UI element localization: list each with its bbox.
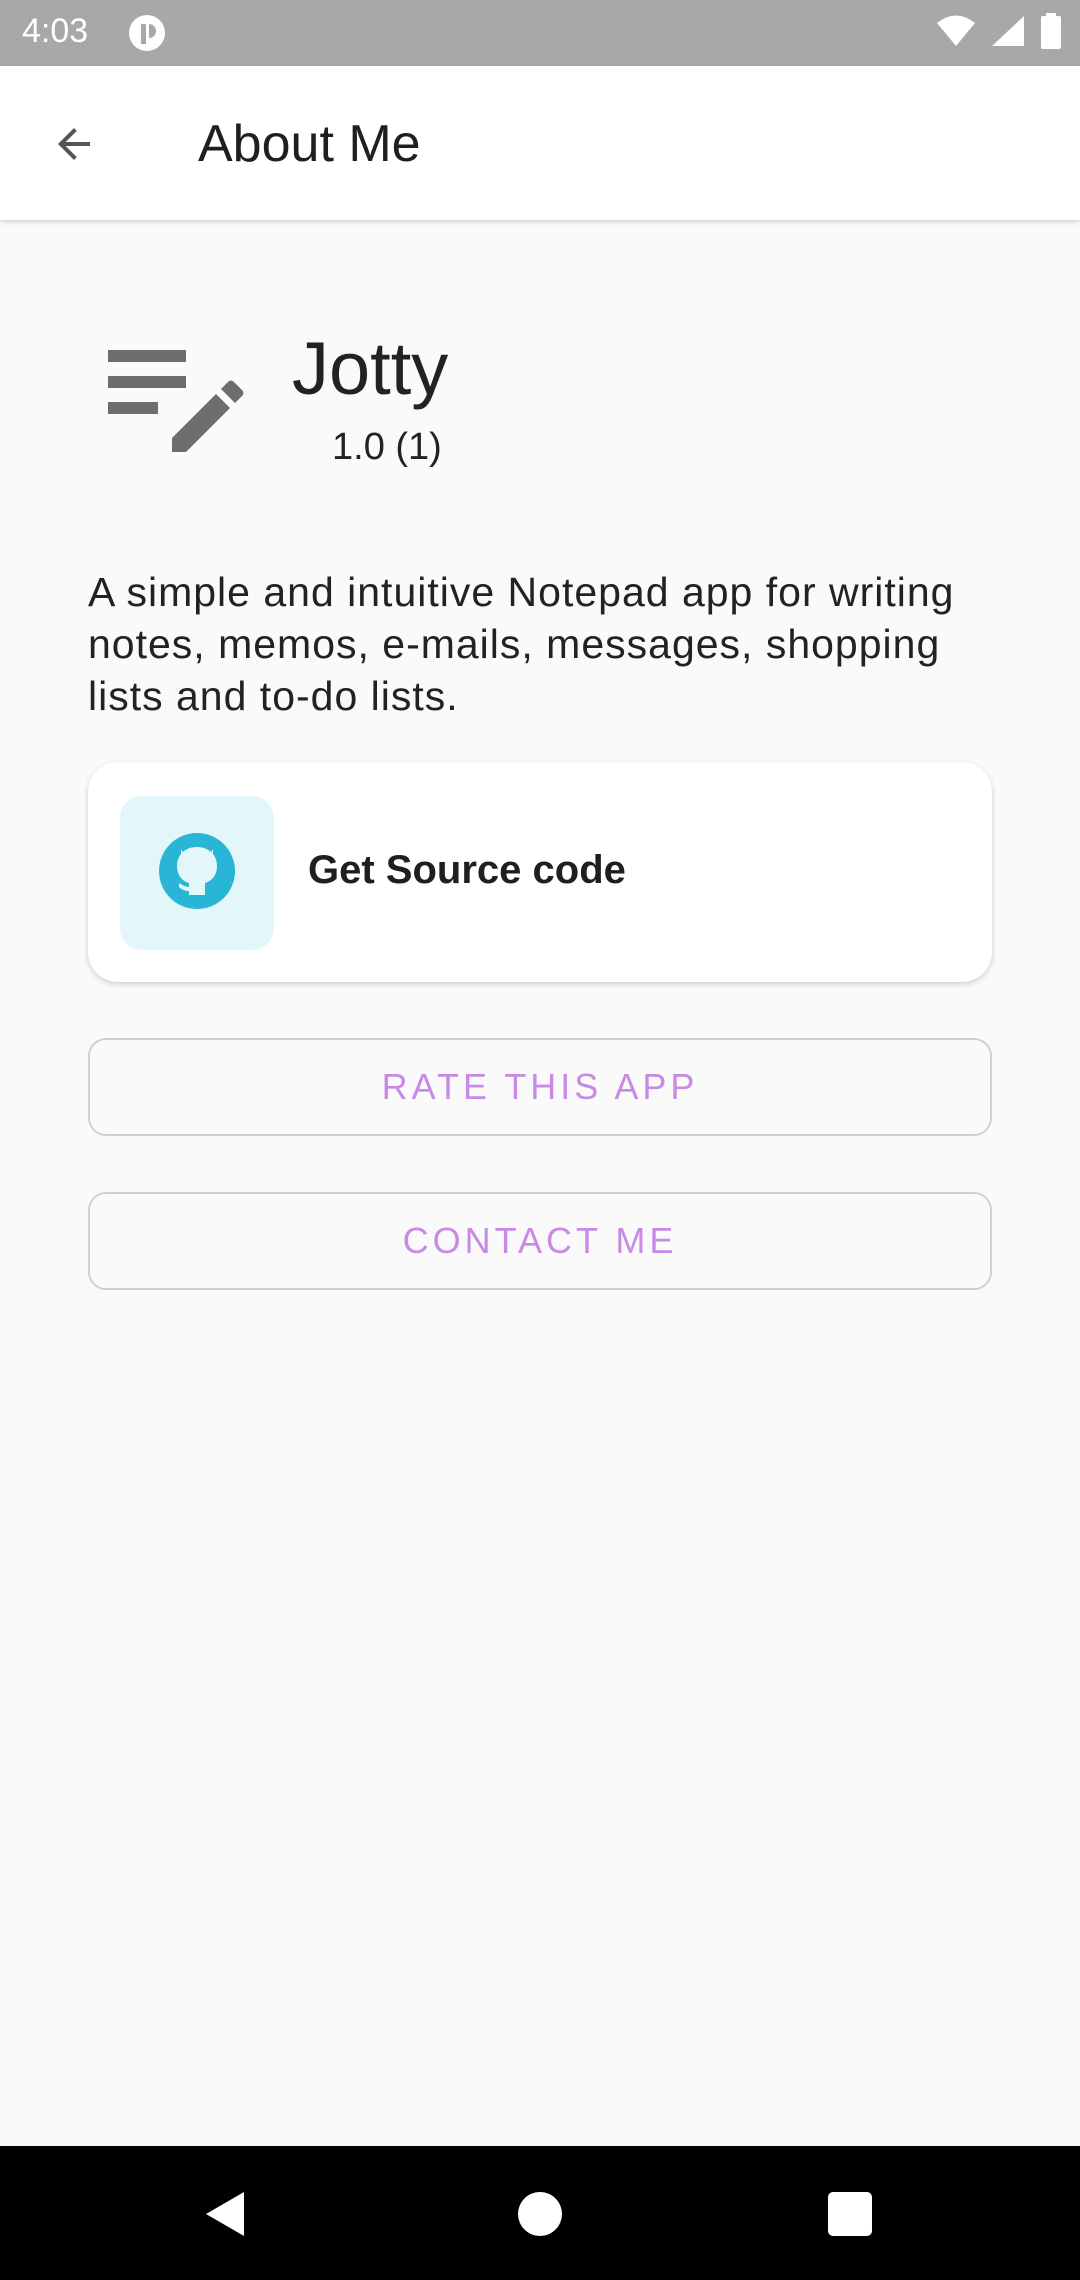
contact-me-button[interactable]: CONTACT ME (88, 1192, 992, 1290)
status-icons (936, 12, 1062, 54)
app-name: Jotty (292, 327, 449, 410)
nav-home-icon[interactable] (518, 2192, 562, 2236)
battery-icon (1040, 12, 1062, 54)
app-description: A simple and intuitive Notepad app for w… (88, 569, 955, 719)
back-button[interactable] (36, 108, 112, 184)
wifi-icon (936, 14, 976, 53)
signal-icon (990, 14, 1026, 53)
status-time: 4:03 (22, 12, 89, 50)
status-bar: 4:03 (0, 0, 1080, 66)
rate-app-button[interactable]: RATE THIS APP (88, 1038, 992, 1136)
github-icon (157, 831, 237, 916)
github-icon-container (120, 796, 274, 950)
app-version: 1.0 (1) (332, 426, 442, 468)
get-source-code-label: Get Source code (308, 848, 626, 892)
arrow-back-icon (50, 120, 98, 173)
get-source-code-card[interactable]: Get Source code (88, 762, 992, 982)
app-notification-icon (128, 14, 166, 52)
nav-back-icon[interactable] (196, 2184, 256, 2244)
navigation-bar (0, 2146, 1080, 2280)
nav-recents-icon[interactable] (828, 2192, 872, 2236)
app-bar: About Me (0, 66, 1080, 220)
page-title: About Me (198, 115, 421, 173)
notes-edit-icon (104, 340, 244, 460)
